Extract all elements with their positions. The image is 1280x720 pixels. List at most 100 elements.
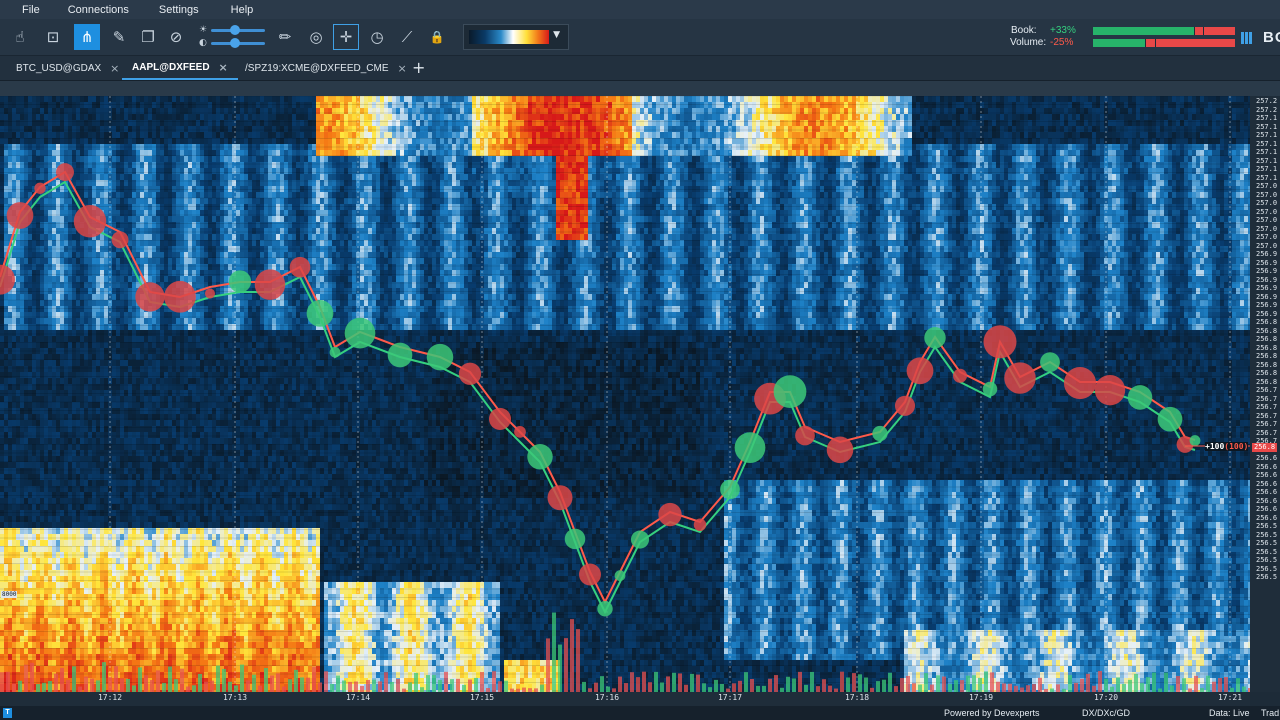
time-tick-label: 17:16 bbox=[595, 693, 619, 702]
price-tick-label: 256.7 bbox=[1256, 396, 1277, 403]
price-tick-label: 256.9 bbox=[1256, 268, 1277, 275]
price-tick-label: 257.1 bbox=[1256, 141, 1277, 148]
lock-icon[interactable]: 🔒 bbox=[424, 24, 450, 50]
heatmap-gradient bbox=[469, 30, 549, 44]
time-tick-label: 17:14 bbox=[346, 693, 370, 702]
trend-icon[interactable]: ⟋ bbox=[394, 24, 420, 50]
bar-green-segment bbox=[1093, 39, 1145, 47]
tab-spz19[interactable]: /SPZ19:XCME@DXFEED_CME × bbox=[245, 56, 407, 80]
price-tick-label: 257.1 bbox=[1256, 175, 1277, 182]
price-tick-label: 256.9 bbox=[1256, 294, 1277, 301]
price-tick-label: 256.9 bbox=[1256, 311, 1277, 318]
share-icon[interactable]: ⋔ bbox=[74, 24, 100, 50]
price-tick-label: 257.1 bbox=[1256, 124, 1277, 131]
price-tick-label: 257.1 bbox=[1256, 132, 1277, 139]
price-tick-label: 256.8 bbox=[1256, 328, 1277, 335]
time-tick-label: 17:12 bbox=[98, 693, 122, 702]
price-tick-label: 256.5 bbox=[1256, 549, 1277, 556]
time-tick-label: 17:20 bbox=[1094, 693, 1118, 702]
price-tick-label: 256.9 bbox=[1256, 277, 1277, 284]
price-tick-label: 257.0 bbox=[1256, 217, 1277, 224]
menu-bar: File Connections Settings Help bbox=[0, 0, 1280, 19]
price-tick-label: 256.8 bbox=[1256, 353, 1277, 360]
chevron-down-icon: ▼ bbox=[553, 30, 560, 40]
feed-text: DX/DXc/GD bbox=[1082, 708, 1130, 718]
current-price-paren: (100) bbox=[1224, 442, 1248, 451]
zoom-fit-icon[interactable]: ⊡ bbox=[40, 24, 66, 50]
menu-connections[interactable]: Connections bbox=[50, 4, 139, 16]
color-palette-select[interactable]: ▼ bbox=[463, 24, 569, 50]
price-tick-label: 257.0 bbox=[1256, 209, 1277, 216]
price-tick-label: 256.6 bbox=[1256, 489, 1277, 496]
pen-tool-icon[interactable]: ✎ bbox=[106, 24, 132, 50]
price-tick-label: 256.7 bbox=[1256, 421, 1277, 428]
link-icon[interactable]: ⊘ bbox=[163, 24, 189, 50]
price-tick-label: 257.0 bbox=[1256, 243, 1277, 250]
tab-label: AAPL@DXFEED bbox=[132, 62, 210, 73]
price-tick-label: 256.9 bbox=[1256, 260, 1277, 267]
close-icon[interactable]: × bbox=[398, 62, 407, 75]
tab-label: BTC_USD@GDAX bbox=[16, 63, 101, 74]
price-tick-label: 256.8 bbox=[1256, 362, 1277, 369]
price-axis[interactable]: 257.2 257.2 257.1 257.1 257.1 257.1 257.1 257.1… bbox=[1250, 96, 1280, 692]
price-tick-label: 256.5 bbox=[1256, 523, 1277, 530]
price-tick-label: 256.8 bbox=[1256, 319, 1277, 326]
pencil-icon[interactable]: ✏ bbox=[272, 24, 298, 50]
tab-aapl[interactable]: AAPL@DXFEED × bbox=[122, 56, 238, 80]
layers-icon[interactable]: ❐ bbox=[135, 24, 161, 50]
timer-icon[interactable]: ◷ bbox=[364, 24, 390, 50]
price-tick-label: 256.5 bbox=[1256, 574, 1277, 581]
time-tick-label: 17:19 bbox=[969, 693, 993, 702]
price-tick-label: 256.5 bbox=[1256, 532, 1277, 539]
price-tick-label: 257.0 bbox=[1256, 183, 1277, 190]
price-tick-label: 257.1 bbox=[1256, 158, 1277, 165]
toolbar bbox=[0, 19, 1280, 56]
heatmap-svg bbox=[0, 96, 1250, 692]
tab-btc-usd[interactable]: BTC_USD@GDAX × bbox=[16, 56, 119, 80]
price-tick-label: 256.9 bbox=[1256, 302, 1277, 309]
price-tick-label: 256.5 bbox=[1256, 540, 1277, 547]
price-tick-label: 256.6 bbox=[1256, 472, 1277, 479]
volume-imbalance-bar bbox=[1093, 39, 1235, 47]
time-axis[interactable]: 17:12 17:13 17:14 17:15 17:16 17:17 17:18 17:19… bbox=[0, 692, 1250, 706]
price-tick-label: 256.6 bbox=[1256, 455, 1277, 462]
crosshair-icon[interactable]: ✛ bbox=[333, 24, 359, 50]
brightness-icon: ☀ bbox=[199, 25, 207, 35]
contrast-icon: ◐ bbox=[199, 38, 207, 48]
menu-file[interactable]: File bbox=[0, 4, 50, 16]
bar-red-segment bbox=[1203, 27, 1235, 35]
comment-icon[interactable]: ◎ bbox=[303, 24, 329, 50]
add-tab-icon[interactable]: + bbox=[412, 58, 425, 77]
heatmap-chart[interactable] bbox=[0, 96, 1250, 692]
close-icon[interactable]: × bbox=[219, 61, 228, 74]
data-status-text: Data: Live bbox=[1209, 708, 1250, 718]
price-tick-label: 257.0 bbox=[1256, 234, 1277, 241]
menu-help[interactable]: Help bbox=[209, 4, 264, 16]
time-tick-label: 17:21 bbox=[1218, 693, 1242, 702]
price-tick-label: 256.7 bbox=[1256, 404, 1277, 411]
close-icon[interactable]: × bbox=[110, 62, 119, 75]
menu-settings[interactable]: Settings bbox=[139, 4, 209, 16]
time-tick-label: 17:18 bbox=[845, 693, 869, 702]
price-tick-label: 257.2 bbox=[1256, 107, 1277, 114]
price-tick-label: 256.5 bbox=[1256, 566, 1277, 573]
book-value: +33% bbox=[1050, 25, 1076, 36]
bar-red-segment bbox=[1145, 39, 1155, 47]
price-tick-label: 256.8 bbox=[1256, 345, 1277, 352]
price-tick-label: 256.9 bbox=[1256, 285, 1277, 292]
price-tick-label: 256.7 bbox=[1256, 430, 1277, 437]
chart-header-strip bbox=[0, 81, 1280, 96]
price-tick-label: 256.6 bbox=[1256, 515, 1277, 522]
time-tick-label: 17:13 bbox=[223, 693, 247, 702]
price-tick-label: 257.2 bbox=[1256, 98, 1277, 105]
price-tick-label: 256.6 bbox=[1256, 481, 1277, 488]
volume-scale-label: 8000 bbox=[1, 591, 17, 598]
price-tick-label: 257.1 bbox=[1256, 115, 1277, 122]
price-tick-label: 257.0 bbox=[1256, 226, 1277, 233]
book-label: Book: bbox=[1011, 25, 1037, 36]
time-tick-label: 17:15 bbox=[470, 693, 494, 702]
hand-tool-icon[interactable]: ☝ bbox=[7, 24, 33, 50]
app-icon: T bbox=[3, 708, 12, 718]
price-tick-label: 256.9 bbox=[1256, 251, 1277, 258]
tab-label: /SPZ19:XCME@DXFEED_CME bbox=[245, 63, 389, 74]
